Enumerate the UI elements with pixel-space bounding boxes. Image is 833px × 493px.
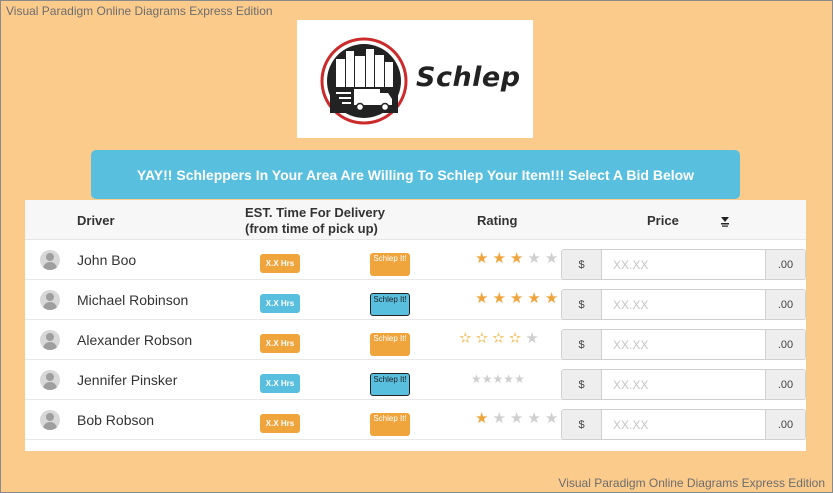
star-filled-icon: ★ <box>475 250 490 267</box>
star-empty-icon: ★ <box>525 330 540 347</box>
star-filled-icon: ★ <box>492 290 507 307</box>
star-filled-icon: ★ <box>527 290 542 307</box>
decimal-addon: .00 <box>765 250 805 279</box>
header-time-line1: EST. Time For Delivery <box>245 205 385 220</box>
driver-name: Bob Robson <box>77 412 155 428</box>
decimal-addon: .00 <box>765 410 805 439</box>
star-filled-icon: ★ <box>509 290 525 307</box>
header-rating: Rating <box>477 213 518 228</box>
delivery-time-badge: X.X Hrs <box>260 334 300 353</box>
price-input-group: $ .00 <box>561 329 806 360</box>
user-avatar-icon <box>40 410 60 430</box>
star-empty-icon: ★ <box>509 410 525 427</box>
logo: Schlep <box>297 20 533 138</box>
star-rating: ★★★★★ <box>471 372 525 386</box>
currency-addon: $ <box>562 370 602 399</box>
header-driver: Driver <box>77 213 115 228</box>
decimal-addon: .00 <box>765 290 805 319</box>
delivery-time-badge: X.X Hrs <box>260 414 300 433</box>
star-empty-icon: ★ <box>492 410 507 427</box>
price-input-group: $ .00 <box>561 289 806 320</box>
star-rating: ★★★★★ <box>475 409 562 427</box>
table-row: Bob RobsonX.X HrsSchlep It!★★★★★$.00 <box>25 400 806 440</box>
star-empty-icon: ★ <box>527 410 542 427</box>
table-row: Alexander RobsonX.X HrsSchlep It!✫✫✫✫★$.… <box>25 320 806 360</box>
user-avatar-icon <box>40 330 60 350</box>
sort-descending-icon[interactable] <box>719 215 731 227</box>
bids-table: Driver EST. Time For Delivery (from time… <box>25 200 806 451</box>
delivery-time-badge: X.X Hrs <box>260 374 300 393</box>
bid-banner: YAY!! Schleppers In Your Area Are Willin… <box>91 150 740 199</box>
star-empty-icon: ★ <box>492 372 504 386</box>
table-row: John BooX.X HrsSchlep It!★★★★★$.00 <box>25 240 806 280</box>
price-input[interactable] <box>602 370 767 399</box>
star-rating: ★★★★★ <box>475 249 562 267</box>
star-empty-icon: ★ <box>527 250 542 267</box>
truck-city-icon <box>320 37 408 125</box>
driver-name: Jennifer Pinsker <box>77 372 178 388</box>
schlep-it-button[interactable]: Schlep It! <box>370 253 410 276</box>
star-rating: ✫ ✫ ✫ ✫ ★ <box>459 329 543 347</box>
star-empty-icon: ★ <box>503 372 515 386</box>
schlep-it-button[interactable]: Schlep It! <box>370 333 410 356</box>
user-avatar-icon <box>40 370 60 390</box>
star-empty-icon: ★ <box>514 372 525 386</box>
schlep-it-button[interactable]: Schlep It! <box>370 413 410 436</box>
decimal-addon: .00 <box>765 330 805 359</box>
logo-text: Schlep <box>416 62 521 93</box>
star-filled-icon: ✫ <box>508 330 523 347</box>
star-filled-icon: ★ <box>475 290 490 307</box>
table-header: Driver EST. Time For Delivery (from time… <box>25 200 806 240</box>
delivery-time-badge: X.X Hrs <box>260 254 300 273</box>
table-row: Michael RobinsonX.X HrsSchlep It!★★★★★$.… <box>25 280 806 320</box>
star-filled-icon: ★ <box>509 250 525 267</box>
price-input[interactable] <box>602 410 767 439</box>
delivery-time-badge: X.X Hrs <box>260 294 300 313</box>
price-input-group: $ .00 <box>561 409 806 440</box>
user-avatar-icon <box>40 290 60 310</box>
driver-name: John Boo <box>77 252 137 268</box>
price-input-group: $ .00 <box>561 249 806 280</box>
currency-addon: $ <box>562 330 602 359</box>
price-input[interactable] <box>602 290 767 319</box>
currency-addon: $ <box>562 410 602 439</box>
star-empty-icon: ★ <box>544 410 560 427</box>
star-filled-icon: ★ <box>475 410 490 427</box>
header-time-line2: (from time of pick up) <box>245 221 378 236</box>
watermark-bottom: Visual Paradigm Online Diagrams Express … <box>558 476 825 490</box>
currency-addon: $ <box>562 250 602 279</box>
schlep-it-button[interactable]: Schlep It! <box>370 293 410 316</box>
schlep-it-button[interactable]: Schlep It! <box>370 373 410 396</box>
header-price: Price <box>647 213 679 228</box>
star-filled-icon: ★ <box>492 250 507 267</box>
header-delivery-time: EST. Time For Delivery (from time of pic… <box>245 205 385 237</box>
price-input[interactable] <box>602 330 767 359</box>
driver-name: Michael Robinson <box>77 292 189 308</box>
price-input[interactable] <box>602 250 767 279</box>
table-row: Jennifer PinskerX.X HrsSchlep It!★★★★★$.… <box>25 360 806 400</box>
star-rating: ★★★★★ <box>475 289 562 307</box>
star-empty-icon: ★ <box>471 372 482 386</box>
star-filled-icon: ✫ <box>492 330 506 347</box>
decimal-addon: .00 <box>765 370 805 399</box>
watermark-top: Visual Paradigm Online Diagrams Express … <box>6 4 273 18</box>
star-filled-icon: ✫ <box>475 330 490 347</box>
price-input-group: $ .00 <box>561 369 806 400</box>
driver-name: Alexander Robson <box>77 332 193 348</box>
star-empty-icon: ★ <box>481 372 493 386</box>
star-filled-icon: ★ <box>544 290 560 307</box>
star-empty-icon: ★ <box>544 250 560 267</box>
user-avatar-icon <box>40 250 60 270</box>
star-filled-icon: ✫ <box>459 330 473 347</box>
currency-addon: $ <box>562 290 602 319</box>
